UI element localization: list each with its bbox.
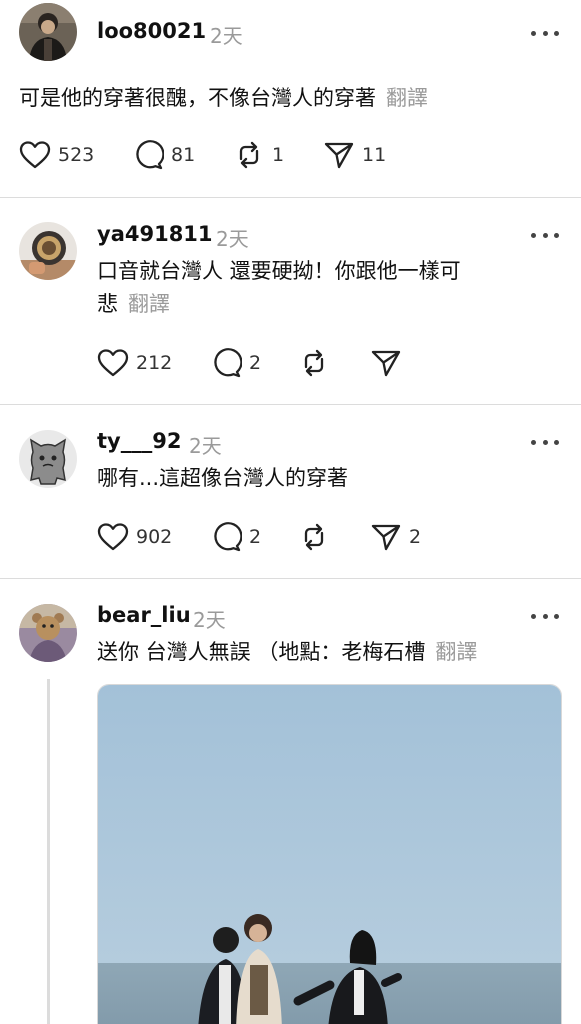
repost-count: 1 bbox=[272, 144, 285, 166]
share-button[interactable]: 11 bbox=[323, 138, 386, 172]
reply-count: 2 bbox=[249, 526, 262, 548]
repost-icon bbox=[304, 523, 324, 551]
translate-link[interactable]: 翻譯 bbox=[128, 292, 170, 316]
translate-link[interactable]: 翻譯 bbox=[435, 640, 477, 664]
like-button[interactable]: 523 bbox=[19, 138, 94, 172]
post-1: loo80021 2天 可是他的穿著很醜，不像台灣人的穿著 翻譯 523 81 1… bbox=[0, 0, 581, 197]
comment-icon bbox=[136, 140, 164, 170]
share-button[interactable] bbox=[370, 346, 402, 380]
post-time: 2天 bbox=[210, 24, 243, 48]
reply-button[interactable]: 81 bbox=[132, 138, 195, 172]
post-text-line: 口音就台灣人 還要硬拗！你跟他一樣可 bbox=[97, 259, 461, 283]
repost-button[interactable] bbox=[298, 520, 330, 554]
post-photo[interactable] bbox=[97, 684, 562, 1024]
post-text-line: 哪有...這超像台灣人的穿著 bbox=[97, 466, 349, 490]
share-button[interactable]: 2 bbox=[370, 520, 421, 554]
post-actions: 523 81 1 11 bbox=[19, 138, 419, 172]
avatar[interactable] bbox=[19, 604, 77, 662]
like-count: 212 bbox=[136, 352, 173, 374]
like-button[interactable]: 902 bbox=[97, 520, 172, 554]
more-options-icon[interactable] bbox=[531, 28, 559, 38]
post-3: ty___92 2天 哪有...這超像台灣人的穿著 902 2 2 bbox=[0, 405, 581, 578]
avatar[interactable] bbox=[19, 222, 77, 280]
more-options-icon[interactable] bbox=[531, 230, 559, 240]
username[interactable]: bear_liu bbox=[97, 603, 191, 627]
heart-icon bbox=[19, 141, 51, 169]
post-text-line: 悲 bbox=[97, 292, 118, 316]
like-button[interactable]: 212 bbox=[97, 346, 172, 380]
more-options-icon[interactable] bbox=[531, 437, 559, 447]
send-icon bbox=[371, 524, 401, 551]
comment-icon bbox=[214, 522, 242, 552]
post-text: 口音就台灣人 還要硬拗！你跟他一樣可 悲翻譯 bbox=[97, 255, 461, 321]
reply-count: 81 bbox=[171, 144, 196, 166]
post-text-line: 可是他的穿著很醜，不像台灣人的穿著 bbox=[19, 86, 376, 110]
username[interactable]: ya491811 bbox=[97, 222, 213, 246]
repost-button[interactable] bbox=[298, 346, 330, 380]
post-actions: 212 2 bbox=[97, 346, 417, 380]
comment-icon bbox=[214, 348, 242, 378]
post-time: 2天 bbox=[216, 227, 249, 251]
like-count: 523 bbox=[58, 144, 95, 166]
heart-icon bbox=[97, 523, 129, 551]
send-icon bbox=[324, 142, 354, 169]
send-icon bbox=[371, 350, 401, 377]
username[interactable]: ty___92 bbox=[97, 429, 181, 453]
translate-link[interactable]: 翻譯 bbox=[386, 86, 428, 110]
heart-icon bbox=[97, 349, 129, 377]
post-time: 2天 bbox=[193, 608, 226, 632]
repost-icon bbox=[304, 349, 324, 377]
post-time: 2天 bbox=[189, 434, 222, 458]
reply-button[interactable]: 2 bbox=[210, 520, 261, 554]
post-text: 送你 台灣人無誤 （地點：老梅石槽 翻譯 bbox=[97, 636, 477, 669]
like-count: 902 bbox=[136, 526, 173, 548]
post-actions: 902 2 2 bbox=[97, 520, 437, 554]
reply-button[interactable]: 2 bbox=[210, 346, 261, 380]
reply-count: 2 bbox=[249, 352, 262, 374]
repost-button[interactable]: 1 bbox=[233, 138, 284, 172]
post-2: ya491811 2天 口音就台灣人 還要硬拗！你跟他一樣可 悲翻譯 212 2 bbox=[0, 198, 581, 404]
post-text: 哪有...這超像台灣人的穿著 bbox=[97, 462, 348, 495]
more-options-icon[interactable] bbox=[531, 611, 559, 621]
thread-line bbox=[47, 679, 50, 1024]
post-text-line: 送你 台灣人無誤 （地點：老梅石槽 bbox=[97, 640, 426, 664]
share-count: 2 bbox=[409, 526, 422, 548]
username[interactable]: loo80021 bbox=[97, 19, 206, 43]
repost-icon bbox=[239, 141, 259, 169]
share-count: 11 bbox=[362, 144, 387, 166]
avatar[interactable] bbox=[19, 430, 77, 488]
avatar[interactable] bbox=[19, 3, 77, 61]
post-text: 可是他的穿著很醜，不像台灣人的穿著 翻譯 bbox=[19, 82, 428, 115]
